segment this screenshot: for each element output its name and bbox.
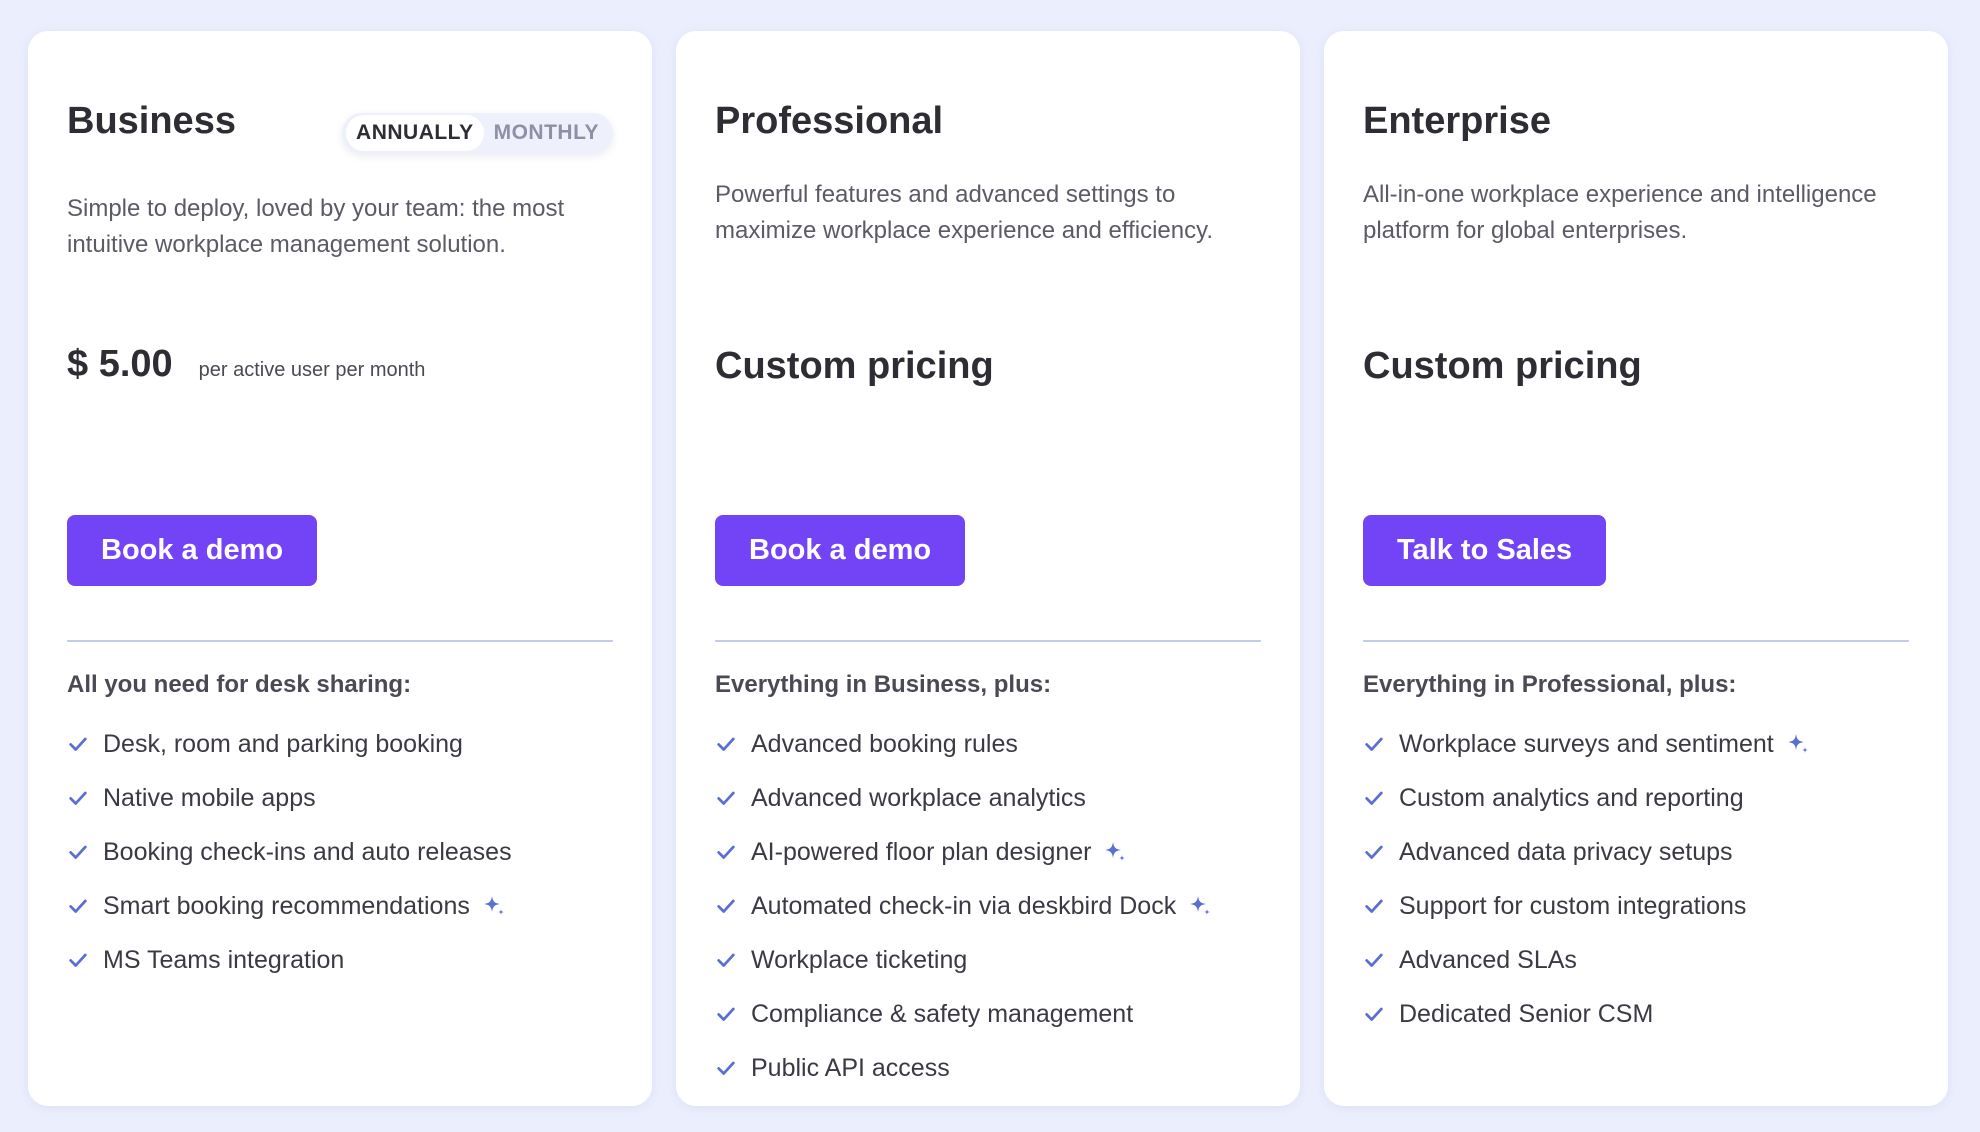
check-icon (1365, 1007, 1383, 1021)
price-unit: per active user per month (198, 359, 426, 381)
ai-sparkle-icon (1105, 842, 1126, 861)
check-icon (69, 899, 87, 913)
feature-item: AI-powered floor plan designer (715, 825, 1212, 879)
feature-label: Custom analytics and reporting (1399, 783, 1744, 812)
divider (67, 640, 613, 642)
feature-label: MS Teams integration (103, 945, 345, 974)
check-icon (717, 899, 735, 913)
feature-item: Workplace surveys and sentiment (1363, 717, 1810, 771)
feature-label: Advanced data privacy setups (1399, 837, 1733, 866)
talk-to-sales-button[interactable]: Talk to Sales (1363, 515, 1607, 586)
plan-price: Custom pricing (715, 345, 994, 387)
feature-item: Workplace ticketing (715, 933, 1212, 987)
check-icon (1365, 899, 1383, 913)
feature-label: Support for custom integrations (1399, 891, 1747, 920)
divider (1363, 640, 1909, 642)
feature-label: Advanced workplace analytics (751, 783, 1086, 812)
billing-option-annually[interactable]: ANNUALLY (346, 115, 484, 151)
ai-sparkle-icon (1787, 734, 1808, 753)
check-icon (1365, 791, 1383, 805)
book-demo-button[interactable]: Book a demo (67, 515, 318, 586)
check-icon (69, 791, 87, 805)
plan-description: Powerful features and advanced settings … (715, 181, 1214, 244)
check-icon (717, 1061, 735, 1075)
feature-label: Workplace surveys and sentiment (1399, 729, 1774, 758)
feature-item: Advanced booking rules (715, 717, 1212, 771)
plan-description: Simple to deploy, loved by your team: th… (67, 195, 565, 258)
plan-title: Enterprise (1363, 100, 1551, 142)
plan-title: Professional (715, 100, 944, 142)
feature-label: Booking check-ins and auto releases (103, 837, 512, 866)
feature-label: Native mobile apps (103, 783, 316, 812)
feature-label: Compliance & safety management (751, 999, 1134, 1028)
feature-label: Advanced booking rules (751, 729, 1018, 758)
check-icon (69, 737, 87, 751)
check-icon (717, 845, 735, 859)
features-heading: Everything in Business, plus: (715, 671, 1052, 698)
feature-item: MS Teams integration (67, 933, 512, 987)
plan-price: $ 5.00 per active user per month (67, 343, 425, 386)
billing-toggle[interactable]: ANNUALLY MONTHLY (342, 113, 613, 153)
feature-item: Booking check-ins and auto releases (67, 825, 512, 879)
check-icon (69, 845, 87, 859)
feature-item: Advanced data privacy setups (1363, 825, 1810, 879)
feature-item: Automated check-in via deskbird Dock (715, 879, 1212, 933)
feature-label: Public API access (751, 1053, 950, 1082)
check-icon (717, 953, 735, 967)
plan-description: All-in-one workplace experience and inte… (1363, 181, 1877, 244)
feature-label: Advanced SLAs (1399, 945, 1577, 974)
feature-item: Custom analytics and reporting (1363, 771, 1810, 825)
check-icon (1365, 845, 1383, 859)
ai-sparkle-icon (483, 896, 504, 915)
check-icon (69, 953, 87, 967)
features-heading: All you need for desk sharing: (67, 671, 412, 698)
feature-item: Advanced workplace analytics (715, 771, 1212, 825)
feature-label: Dedicated Senior CSM (1399, 999, 1654, 1028)
feature-label: AI-powered floor plan designer (751, 837, 1092, 866)
plan-card-professional: Professional Powerful features and advan… (676, 31, 1300, 1106)
feature-item: Support for custom integrations (1363, 879, 1810, 933)
check-icon (717, 737, 735, 751)
book-demo-button[interactable]: Book a demo (715, 515, 966, 586)
feature-item: Public API access (715, 1041, 1212, 1095)
price-amount: $ 5.00 (67, 343, 173, 385)
check-icon (717, 1007, 735, 1021)
plan-price: Custom pricing (1363, 345, 1642, 387)
plan-card-business: Business ANNUALLY MONTHLY Simple to depl… (28, 31, 652, 1106)
feature-item: Compliance & safety management (715, 987, 1212, 1041)
feature-item: Native mobile apps (67, 771, 512, 825)
feature-label: Automated check-in via deskbird Dock (751, 891, 1177, 920)
check-icon (1365, 953, 1383, 967)
plan-title: Business (67, 100, 236, 142)
feature-label: Smart booking recommendations (103, 891, 470, 920)
feature-item: Advanced SLAs (1363, 933, 1810, 987)
divider (715, 640, 1261, 642)
plan-card-enterprise: Enterprise All-in-one workplace experien… (1324, 31, 1948, 1106)
check-icon (717, 791, 735, 805)
feature-list: Desk, room and parking booking Native mob… (67, 717, 512, 987)
feature-list: Workplace surveys and sentiment Custom an… (1363, 717, 1810, 1041)
feature-item: Smart booking recommendations (67, 879, 512, 933)
features-heading: Everything in Professional, plus: (1363, 671, 1737, 698)
pricing-section: Business ANNUALLY MONTHLY Simple to depl… (0, 0, 1980, 1132)
billing-option-monthly[interactable]: MONTHLY (484, 115, 609, 151)
feature-label: Workplace ticketing (751, 945, 968, 974)
feature-list: Advanced booking rules Advanced workplace… (715, 717, 1212, 1095)
ai-sparkle-icon (1190, 896, 1211, 915)
check-icon (1365, 737, 1383, 751)
feature-item: Dedicated Senior CSM (1363, 987, 1810, 1041)
feature-label: Desk, room and parking booking (103, 729, 463, 758)
feature-item: Desk, room and parking booking (67, 717, 512, 771)
